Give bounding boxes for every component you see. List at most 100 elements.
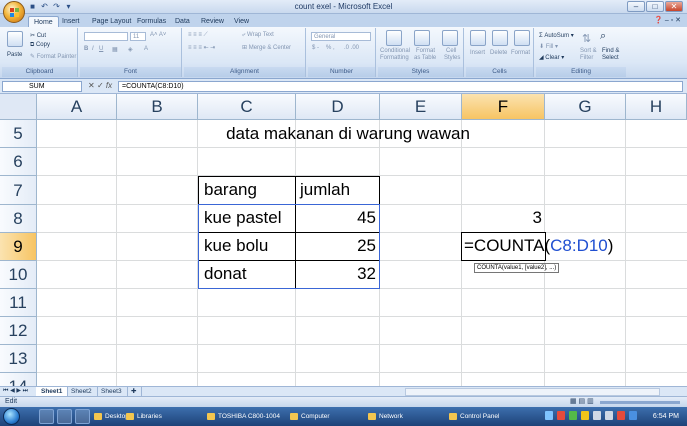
border-icon[interactable]: ▦ — [112, 46, 118, 53]
network-icon[interactable] — [605, 411, 613, 420]
tab-home[interactable]: Home — [28, 16, 59, 27]
tab-review[interactable]: Review — [196, 16, 229, 27]
insert-function-icon[interactable]: fx — [106, 81, 112, 90]
cell-f8[interactable]: 3 — [462, 204, 542, 232]
column-header-b[interactable]: B — [117, 94, 198, 120]
row-header-8[interactable]: 8 — [0, 205, 37, 233]
row-header-6[interactable]: 6 — [0, 148, 37, 176]
name-box[interactable]: SUM — [2, 81, 82, 92]
close-button[interactable]: ✕ — [665, 1, 683, 12]
function-tooltip[interactable]: COUNTA(value1, [value2], ...) — [474, 263, 560, 273]
tab-page-layout[interactable]: Page Layout — [87, 16, 136, 27]
column-header-h[interactable]: H — [626, 94, 687, 120]
row-header-14[interactable]: 14 — [0, 373, 37, 386]
taskbar-clock[interactable]: 6:54 PM — [653, 407, 679, 426]
sort-filter-icon[interactable]: ⇅ — [582, 32, 591, 45]
help-icon[interactable]: ❓ – ▫ ✕ — [654, 16, 681, 24]
currency-icon[interactable]: $ - — [312, 45, 319, 51]
align-left-icon[interactable]: ≡ ≡ ≡ ⇤ ⇥ — [188, 44, 215, 51]
cell-d9[interactable]: 25 — [296, 232, 376, 260]
tray-icon[interactable] — [569, 411, 577, 420]
pinned-app-icon[interactable] — [57, 409, 72, 424]
tray-icon[interactable] — [545, 411, 553, 420]
clear-button[interactable]: ◢ Clear ▾ — [539, 54, 564, 61]
row-header-5[interactable]: 5 — [0, 120, 37, 148]
sort-filter-label[interactable]: Sort & — [580, 48, 597, 54]
column-header-f[interactable]: F — [462, 94, 545, 120]
worksheet-grid[interactable]: A B C D E F G H 5 6 7 8 9 10 11 12 13 14… — [0, 94, 687, 386]
conditional-formatting-icon[interactable] — [386, 30, 402, 46]
redo-icon[interactable]: ↷ — [52, 2, 61, 11]
insert-cells-label[interactable]: Insert — [470, 50, 485, 56]
cell-d7[interactable]: jumlah — [300, 176, 350, 204]
conditional-formatting-label[interactable]: Conditional — [380, 48, 410, 54]
column-header-d[interactable]: D — [296, 94, 380, 120]
align-top-icon[interactable]: ≡ ≡ ≡ ⟋ — [188, 32, 208, 39]
tab-view[interactable]: View — [229, 16, 254, 27]
decimal-icon[interactable]: .0 .00 — [344, 45, 359, 51]
conditional-formatting-label-2[interactable]: Formatting — [380, 55, 409, 61]
horizontal-scrollbar[interactable] — [405, 388, 660, 396]
zoom-slider[interactable] — [600, 401, 680, 404]
delete-cells-label[interactable]: Delete — [490, 50, 507, 56]
row-header-9[interactable]: 9 — [0, 233, 37, 261]
cell-styles-label-2[interactable]: Styles — [444, 55, 460, 61]
row-header-7[interactable]: 7 — [0, 176, 37, 205]
row-header-12[interactable]: 12 — [0, 317, 37, 345]
formula-input[interactable]: =COUNTA(C8:D10) — [118, 81, 683, 92]
tray-icon[interactable] — [581, 411, 589, 420]
paste-button[interactable]: Paste — [7, 52, 22, 58]
cell-c5-title[interactable]: data makanan di warung wawan — [198, 120, 498, 148]
enter-icon[interactable]: ✓ — [97, 81, 104, 90]
bold-icon[interactable]: B — [84, 46, 88, 52]
maximize-button[interactable]: □ — [646, 1, 664, 12]
taskbar-network[interactable]: Network — [367, 409, 403, 424]
cell-d8[interactable]: 45 — [296, 204, 376, 232]
copy-button[interactable]: ⧉ Copy — [30, 42, 50, 49]
cell-f9-formula[interactable]: =COUNTA(C8:D10) — [464, 232, 613, 260]
cancel-icon[interactable]: ✕ — [88, 81, 95, 90]
grow-font-icon[interactable]: A˄ A˅ — [150, 32, 166, 38]
column-header-c[interactable]: C — [198, 94, 296, 120]
view-buttons[interactable]: ▦ ▤ ▥ — [570, 397, 594, 407]
cell-styles-label[interactable]: Cell — [446, 48, 456, 54]
merge-center-button[interactable]: ⊞ Merge & Center — [242, 44, 291, 51]
select-all-corner[interactable] — [0, 94, 37, 120]
number-format-box[interactable]: General — [311, 32, 371, 41]
column-header-e[interactable]: E — [380, 94, 462, 120]
format-as-table-label[interactable]: Format — [416, 48, 435, 54]
tab-formulas[interactable]: Formulas — [132, 16, 171, 27]
format-cells-label[interactable]: Format — [511, 50, 530, 56]
cell-c8[interactable]: kue pastel — [204, 204, 282, 232]
cell-c9[interactable]: kue bolu — [204, 232, 268, 260]
font-color-icon[interactable]: A — [144, 46, 148, 52]
find-select-label-2[interactable]: Select — [602, 55, 619, 61]
format-cells-icon[interactable] — [514, 30, 530, 46]
cut-button[interactable]: ✂ Cut — [30, 32, 46, 39]
taskbar-libraries[interactable]: Libraries — [125, 409, 162, 424]
find-select-icon[interactable]: ⌕ — [600, 30, 606, 43]
minimize-button[interactable]: – — [627, 1, 645, 12]
format-as-table-icon[interactable] — [414, 30, 430, 46]
cell-d10[interactable]: 32 — [296, 260, 376, 288]
taskbar-desktop[interactable]: Desktop — [93, 409, 129, 424]
sheet-nav-arrows[interactable]: ⏮ ◀ ▶ ⏭ — [3, 387, 28, 396]
find-select-label[interactable]: Find & — [602, 48, 619, 54]
cell-styles-icon[interactable] — [442, 30, 458, 46]
pinned-excel-icon[interactable] — [75, 409, 90, 424]
percent-icon[interactable]: % , — [326, 45, 335, 51]
bluetooth-icon[interactable] — [629, 411, 637, 420]
save-icon[interactable]: ■ — [28, 2, 37, 11]
customize-qat-icon[interactable]: ▾ — [64, 2, 73, 11]
tab-data[interactable]: Data — [170, 16, 195, 27]
tray-icon[interactable] — [557, 411, 565, 420]
underline-icon[interactable]: U — [99, 46, 103, 52]
format-as-table-label-2[interactable]: as Table — [414, 55, 436, 61]
sort-filter-label-2[interactable]: Filter — [580, 55, 593, 61]
cell-c7[interactable]: barang — [204, 176, 257, 204]
insert-cells-icon[interactable] — [470, 30, 486, 46]
italic-icon[interactable]: I — [92, 46, 94, 52]
office-button[interactable] — [3, 1, 25, 23]
fill-color-icon[interactable]: ◈ — [128, 46, 133, 53]
taskbar-computer[interactable]: Computer — [289, 409, 330, 424]
